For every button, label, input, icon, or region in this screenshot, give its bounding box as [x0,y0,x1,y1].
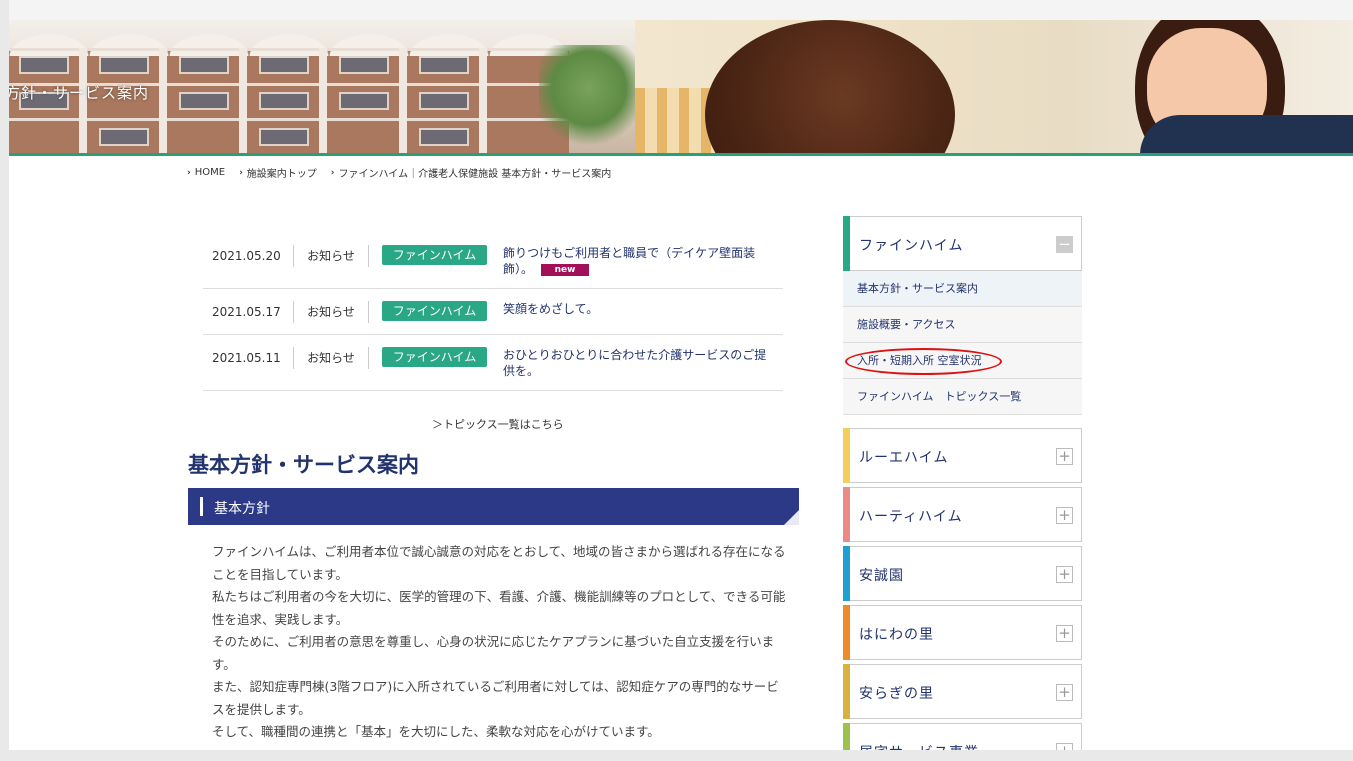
news-tag: ファインハイム [382,347,487,367]
chevron-right-icon: › [239,167,243,178]
section-marker [200,497,203,516]
expand-icon[interactable]: + [1056,566,1073,583]
sidebar-group-anseien[interactable]: 安誠園 + [843,546,1082,601]
divider [368,245,369,267]
red-circle-highlight [845,348,1002,375]
sidebar-group-yasuragi[interactable]: 安らぎの里 + [843,664,1082,719]
sidebar-item-policy[interactable]: 基本方針・サービス案内 [843,271,1082,307]
sidebar-group-fineheim[interactable]: ファインハイム − [843,216,1082,271]
collapse-icon[interactable]: − [1056,236,1073,253]
news-tag: ファインハイム [382,301,487,321]
sidebar-item-vacancy[interactable]: 入所・短期入所 空室状況 [843,343,1082,379]
group-color-stripe [843,216,850,271]
top-strip [9,0,1353,20]
paragraph: そのために、ご利用者の意思を尊重し、心身の状況に応じたケアプランに基づいた自立支… [212,634,775,672]
news-date: 2021.05.17 [212,305,281,319]
news-title-link[interactable]: 飾りつけもご利用者と職員で（デイケア壁面装飾）。 new [503,245,773,277]
hero-banner: 方針・サービス案内 [9,20,1353,153]
group-color-stripe [843,605,850,660]
policy-text: ファインハイムは、ご利用者本位で誠心誠意の対応をとおして、地域の皆さまから選ばれ… [212,541,787,744]
sidebar-group-heartyheim[interactable]: ハーティハイム + [843,487,1082,542]
news-tag: ファインハイム [382,245,487,265]
breadcrumb-current: › ファインハイム｜介護老人保健施設 基本方針・サービス案内 [330,167,612,181]
group-color-stripe [843,664,850,719]
hero-staff-image [635,20,1353,153]
sidebar-submenu: 基本方針・サービス案内 施設概要・アクセス 入所・短期入所 空室状況 ファインハ… [843,271,1082,415]
paragraph: ファインハイムは、ご利用者本位で誠心誠意の対応をとおして、地域の皆さまから選ばれ… [212,544,786,582]
hero-border [9,153,1353,156]
corner-fold [784,510,799,525]
news-row: 2021.05.20 お知らせ ファインハイム 飾りつけもご利用者と職員で（デイ… [203,233,783,289]
page: 方針・サービス案内 › HOME › 施設案内トップ › ファインハイム｜介護老人保健… [9,0,1353,750]
topics-more-link[interactable]: ＞トピックス一覧はこちら [432,416,564,432]
chevron-right-icon: › [330,167,335,178]
new-badge: new [541,263,590,276]
sidebar-group-rueheim[interactable]: ルーエハイム + [843,428,1082,483]
section-title: 基本方針 [214,501,270,517]
news-list: 2021.05.20 お知らせ ファインハイム 飾りつけもご利用者と職員で（デイ… [203,233,783,391]
chevron-right-icon: › [187,167,191,178]
news-title-link[interactable]: おひとりおひとりに合わせた介護サービスのご提供を。 [503,347,773,379]
news-title-link[interactable]: 笑顔をめざして。 [503,301,773,317]
sidebar: ファインハイム − 基本方針・サービス案内 施設概要・アクセス 入所・短期入所 … [843,216,1082,750]
group-title: はにわの里 [859,627,934,643]
news-category: お知らせ [307,249,355,263]
expand-icon[interactable]: + [1056,625,1073,642]
group-title: ハーティハイム [859,509,963,525]
page-title: 基本方針・サービス案内 [188,453,419,477]
group-color-stripe [843,428,850,483]
group-color-stripe [843,487,850,542]
group-title: 安らぎの里 [859,686,934,702]
expand-icon[interactable]: + [1056,448,1073,465]
divider [368,347,369,369]
sidebar-group-haniwa[interactable]: はにわの里 + [843,605,1082,660]
news-row: 2021.05.11 お知らせ ファインハイム おひとりおひとりに合わせた介護サ… [203,335,783,391]
news-category: お知らせ [307,351,355,365]
breadcrumb: › HOME › 施設案内トップ › ファインハイム｜介護老人保健施設 基本方針・サー… [187,165,611,180]
group-title: 安誠園 [859,568,904,584]
hero-title: 方針・サービス案内 [9,84,150,102]
group-color-stripe [843,546,850,601]
expand-icon[interactable]: + [1056,684,1073,701]
expand-icon[interactable]: + [1056,507,1073,524]
group-title: ルーエハイム [859,450,949,466]
divider [368,301,369,323]
section-header: 基本方針 [188,488,799,525]
paragraph: 私たちはご利用者の今を大切に、医学的管理の下、看護、介護、機能訓練等のプロとして… [212,589,786,627]
news-row: 2021.05.17 お知らせ ファインハイム 笑顔をめざして。 [203,289,783,335]
expand-icon[interactable]: + [1056,743,1073,750]
group-title: 居宅サービス事業 [859,742,979,750]
news-category: お知らせ [307,305,355,319]
group-title: ファインハイム [859,238,964,254]
sidebar-item-overview[interactable]: 施設概要・アクセス [843,307,1082,343]
group-color-stripe [843,723,850,750]
paragraph: また、認知症専門棟(3階フロア)に入所されているご利用者に対しては、認知症ケアの… [212,679,779,717]
news-date: 2021.05.11 [212,351,281,365]
sidebar-item-topics[interactable]: ファインハイム トピックス一覧 [843,379,1082,415]
breadcrumb-home[interactable]: › HOME [187,165,225,180]
breadcrumb-facility-top[interactable]: › 施設案内トップ [239,165,317,181]
paragraph: そして、職種間の連携と「基本」を大切にした、柔軟な対応を心がけています。 [212,724,660,739]
news-date: 2021.05.20 [212,249,281,263]
sidebar-group-home-service[interactable]: 居宅サービス事業 + [843,723,1082,750]
